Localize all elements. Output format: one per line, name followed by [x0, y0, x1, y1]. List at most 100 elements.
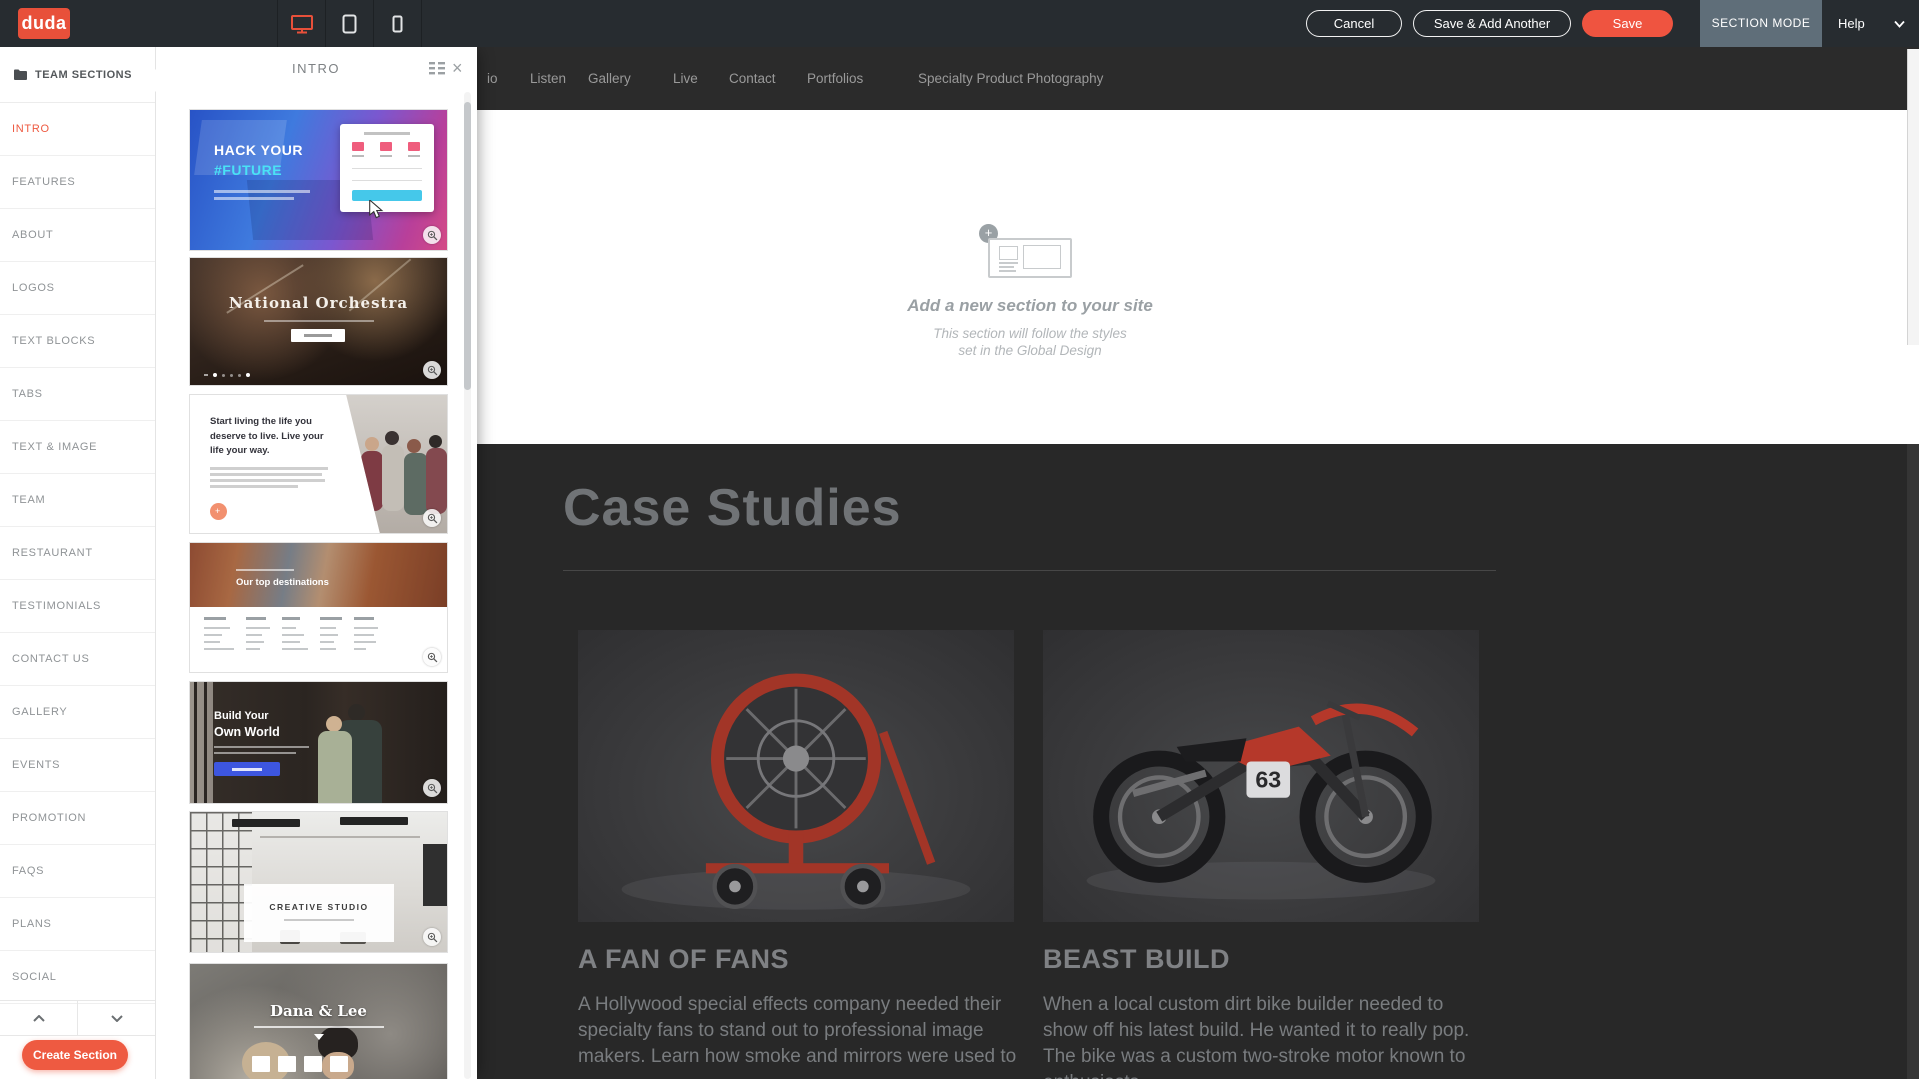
thumb-title: Start living the life you deserve to liv… — [210, 415, 334, 459]
fan-illustration — [578, 630, 1014, 922]
sidebar-item-label: TEXT & IMAGE — [12, 441, 97, 453]
help-chevron-icon[interactable] — [1894, 20, 1905, 28]
create-section-button[interactable]: Create Section — [22, 1040, 128, 1070]
case-study-image-fan — [578, 630, 1014, 922]
sidebar-item-tabs[interactable]: TABS — [0, 368, 155, 421]
chevron-down-icon — [111, 1015, 123, 1022]
template-thumbnail-top-destinations[interactable]: Our top destinations — [190, 543, 447, 672]
help-menu[interactable]: Help — [1838, 0, 1865, 47]
add-section-subtitle-2: set in the Global Design — [830, 343, 1230, 358]
template-thumbnail-dana-lee[interactable]: Dana & Lee — [190, 964, 447, 1079]
sidebar-item-label: TABS — [12, 388, 43, 400]
thumb-title: CREATIVE STUDIO — [244, 902, 394, 912]
tablet-icon — [342, 14, 357, 34]
template-thumbnail-creative-studio[interactable]: CREATIVE STUDIO — [190, 812, 447, 952]
sidebar-item-about[interactable]: ABOUT — [0, 209, 155, 262]
sidebar-item-testimonials[interactable]: TESTIMONIALS — [0, 580, 155, 633]
folder-icon — [14, 69, 27, 80]
sidebar-item-faqs[interactable]: FAQS — [0, 845, 155, 898]
desktop-icon — [290, 14, 314, 34]
zoom-icon[interactable] — [423, 226, 441, 244]
sidebar-item-label: PLANS — [12, 918, 52, 930]
add-section-title: Add a new section to your site — [830, 296, 1230, 316]
site-nav-item-gallery[interactable]: Gallery — [588, 47, 631, 110]
save-button[interactable]: Save — [1582, 10, 1673, 37]
thumb-title: Our top destinations — [236, 577, 329, 588]
thumb-subtitle: #FUTURE — [214, 162, 282, 178]
thumb-link-columns — [204, 617, 378, 650]
thumb-title: HACK YOUR — [214, 142, 303, 158]
cancel-button[interactable]: Cancel — [1306, 10, 1402, 37]
case-study-body: When a local custom dirt bike builder ne… — [1043, 992, 1485, 1079]
thumb-countdown-boxes — [252, 1056, 348, 1072]
sidebar-item-team[interactable]: TEAM — [0, 474, 155, 527]
mobile-icon — [392, 15, 403, 33]
carousel-dots — [204, 373, 250, 377]
sidebar-item-label: GALLERY — [12, 706, 67, 718]
scroll-down-button[interactable] — [78, 1001, 155, 1035]
list-view-icon[interactable] — [429, 62, 445, 75]
case-study-body: A Hollywood special effects company need… — [578, 992, 1020, 1070]
template-thumbnail-national-orchestra[interactable]: National Orchestra — [190, 258, 447, 385]
site-nav-item-specialty[interactable]: Specialty Product Photography — [918, 47, 1103, 110]
panel-scrollbar-thumb[interactable] — [464, 102, 471, 390]
zoom-icon[interactable] — [423, 928, 441, 946]
tablet-view-button[interactable] — [325, 0, 373, 47]
mobile-view-button[interactable] — [373, 0, 422, 47]
template-thumbnail-hack-your-future[interactable]: HACK YOUR #FUTURE — [190, 110, 447, 250]
case-study-image-bike: 63 — [1043, 630, 1479, 922]
sidebar-item-text-image[interactable]: TEXT & IMAGE — [0, 421, 155, 474]
sidebar-item-contact-us[interactable]: CONTACT US — [0, 633, 155, 686]
sidebar-item-plans[interactable]: PLANS — [0, 898, 155, 951]
sidebar-item-logos[interactable]: LOGOS — [0, 262, 155, 315]
placeholder-image-box — [1023, 245, 1061, 269]
close-icon[interactable]: × — [452, 58, 463, 78]
case-study-title: BEAST BUILD — [1043, 944, 1230, 975]
desktop-view-button[interactable] — [277, 0, 325, 47]
sidebar-item-restaurant[interactable]: RESTAURANT — [0, 527, 155, 580]
site-nav-item-live[interactable]: Live — [673, 47, 698, 110]
site-nav-item-portfolios[interactable]: Portfolios — [807, 47, 863, 110]
sidebar-header-label: TEAM SECTIONS — [35, 69, 132, 81]
sidebar-item-label: TEXT BLOCKS — [12, 335, 95, 347]
site-nav-item-contact[interactable]: Contact — [729, 47, 776, 110]
chevron-up-icon — [33, 1015, 45, 1022]
sidebar-item-label: TEAM — [12, 494, 45, 506]
sidebar-header: TEAM SECTIONS — [0, 47, 155, 103]
sidebar-item-promotion[interactable]: PROMOTION — [0, 792, 155, 845]
sidebar-item-label: EVENTS — [12, 759, 60, 771]
thumb-title-line2: Own World — [214, 725, 280, 739]
scrollbar-thumb[interactable] — [1907, 49, 1919, 345]
scrollbar-track[interactable] — [1907, 444, 1919, 1079]
sidebar-item-label: TESTIMONIALS — [12, 600, 101, 612]
save-add-another-button[interactable]: Save & Add Another — [1413, 10, 1571, 37]
site-nav-item-truncated[interactable]: io — [487, 47, 498, 110]
template-thumbnail-build-your-own-world[interactable]: Build Your Own World — [190, 682, 447, 803]
sidebar-item-features[interactable]: FEATURES — [0, 156, 155, 209]
duda-logo[interactable]: duda — [18, 8, 70, 39]
scroll-up-button[interactable] — [0, 1001, 78, 1035]
sections-sidebar: TEAM SECTIONS INTRO FEATURES ABOUT LOGOS… — [0, 47, 156, 1079]
sidebar-item-intro[interactable]: INTRO — [0, 103, 155, 156]
sidebar-item-text-blocks[interactable]: TEXT BLOCKS — [0, 315, 155, 368]
thumb-countdown-card — [340, 124, 434, 212]
thumb-title: National Orchestra — [190, 294, 447, 312]
zoom-icon[interactable] — [423, 648, 441, 666]
zoom-icon[interactable] — [423, 509, 441, 527]
thumb-button — [214, 762, 280, 776]
zoom-icon[interactable] — [423, 361, 441, 379]
template-thumbnail-start-living[interactable]: Start living the life you deserve to liv… — [190, 395, 447, 533]
duda-editor: io Listen Gallery Live Contact Portfolio… — [0, 0, 1919, 1079]
zoom-icon[interactable] — [423, 779, 441, 797]
sidebar-item-label: SOCIAL — [12, 971, 57, 983]
sidebar-item-events[interactable]: EVENTS — [0, 739, 155, 792]
section-placeholder-icon[interactable] — [988, 238, 1072, 278]
case-study-title: A FAN OF FANS — [578, 944, 789, 975]
thumb-cta-circle: + — [210, 503, 227, 520]
sidebar-item-gallery[interactable]: GALLERY — [0, 686, 155, 739]
sidebar-item-social[interactable]: SOCIAL — [0, 951, 155, 1004]
site-nav-item-listen[interactable]: Listen — [530, 47, 566, 110]
thumb-figure — [348, 704, 365, 721]
thumb-window-grid — [190, 812, 252, 952]
sidebar-pager — [0, 1000, 155, 1036]
